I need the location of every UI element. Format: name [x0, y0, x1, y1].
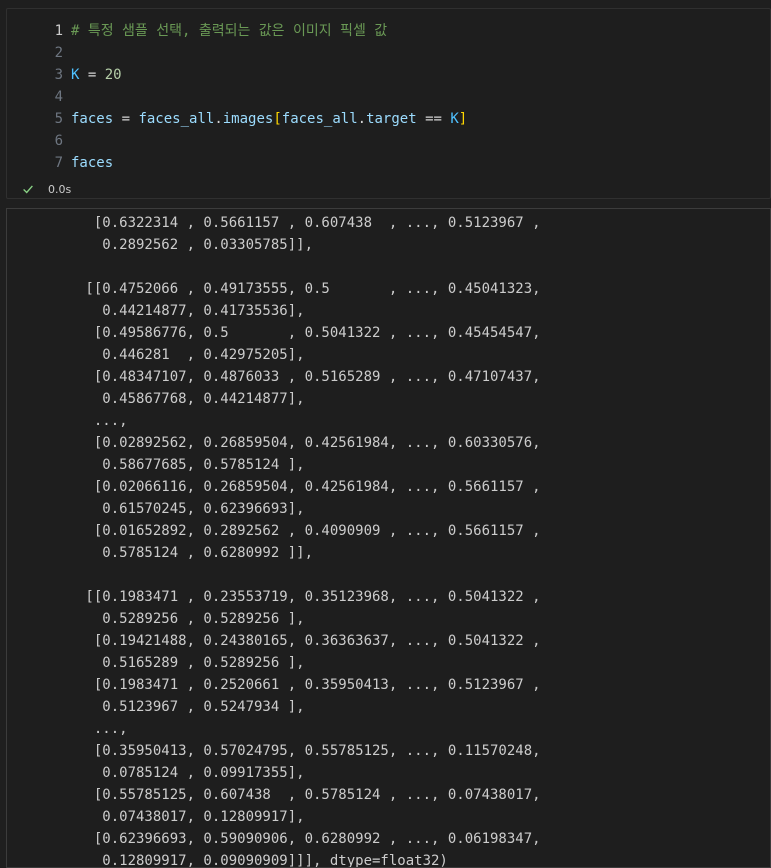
output-line: 0.5165289 , 0.5289256 ],	[77, 655, 305, 671]
output-line: [0.19421488, 0.24380165, 0.36363637, ...…	[77, 633, 541, 649]
line-number: 1	[54, 23, 63, 39]
code-cell[interactable]: 1 # 특정 샘플 선택, 출력되는 값은 이미지 픽셀 값23K = 20 4 5 f…	[6, 8, 771, 199]
code-token: faces	[71, 111, 114, 127]
code-token: =	[113, 111, 139, 127]
execution-time: 0.0s	[48, 182, 72, 196]
code-token: K	[450, 111, 459, 127]
code-token: .	[357, 111, 367, 127]
code-token: faces_all	[138, 111, 215, 127]
line-number: 5	[54, 111, 63, 127]
code-token: images	[222, 111, 274, 127]
output-line: 0.0785124 , 0.09917355],	[77, 765, 305, 781]
code-token: [	[273, 111, 282, 127]
output-line: [0.1983471 , 0.2520661 , 0.35950413, ...…	[77, 677, 541, 693]
output-line: 0.5123967 , 0.5247934 ],	[77, 699, 305, 715]
code-text: faces = faces_all.images[faces_all.targe…	[71, 108, 467, 130]
output-line: [0.6322314 , 0.5661157 , 0.607438 , ...,…	[77, 215, 541, 231]
code-line[interactable]: 5 faces = faces_all.images[faces_all.targ…	[7, 108, 468, 130]
output-line: [[0.1983471 , 0.23553719, 0.35123968, ..…	[77, 589, 541, 605]
code-token: ]	[458, 111, 468, 127]
output-line: 0.45867768, 0.44214877],	[77, 391, 305, 407]
output-line: [0.01652892, 0.2892562 , 0.4090909 , ...…	[77, 523, 541, 539]
output-line: 0.44214877, 0.41735536],	[77, 303, 305, 319]
execution-status: 0.0s	[21, 181, 71, 197]
code-text: faces	[71, 152, 113, 174]
cell-output: [0.6322314 , 0.5661157 , 0.607438 , ...,…	[6, 208, 771, 868]
output-line: [0.49586776, 0.5 , 0.5041322 , ..., 0.45…	[77, 325, 541, 341]
output-line: 0.61570245, 0.62396693],	[77, 501, 305, 517]
output-line: 0.07438017, 0.12809917],	[77, 809, 305, 825]
line-number: 4	[54, 89, 63, 105]
line-number: 2	[54, 45, 63, 61]
code-line[interactable]: 4	[7, 86, 71, 108]
line-number: 3	[54, 67, 63, 83]
code-text: # 특정 샘플 선택, 출력되는 값은 이미지 픽셀 값	[71, 20, 387, 42]
line-number: 6	[54, 133, 63, 149]
code-text: K = 20	[71, 64, 122, 86]
output-line: 0.5289256 , 0.5289256 ],	[77, 611, 305, 627]
output-line: 0.2892562 , 0.03305785]],	[77, 237, 314, 253]
output-line: ...,	[77, 721, 128, 737]
output-line: ...,	[77, 413, 128, 429]
output-line: 0.12809917, 0.09090909]]], dtype=float32…	[77, 853, 448, 868]
code-token: faces_all	[281, 111, 358, 127]
code-line[interactable]: 7 faces	[7, 152, 114, 174]
output-line: [0.55785125, 0.607438 , 0.5785124 , ...,…	[77, 787, 541, 803]
code-token: =	[79, 67, 105, 83]
output-line: [0.62396693, 0.59090906, 0.6280992 , ...…	[77, 831, 541, 847]
output-line: [0.35950413, 0.57024795, 0.55785125, ...…	[77, 743, 541, 759]
output-line: [0.02892562, 0.26859504, 0.42561984, ...…	[77, 435, 541, 451]
code-line[interactable]: 1 # 특정 샘플 선택, 출력되는 값은 이미지 픽셀 값	[7, 20, 388, 42]
output-line: 0.446281 , 0.42975205],	[77, 347, 305, 363]
check-icon	[23, 185, 33, 194]
output-line: [0.02066116, 0.26859504, 0.42561984, ...…	[77, 479, 541, 495]
code-token: target	[366, 111, 417, 127]
code-token: # 특정 샘플 선택, 출력되는 값은 이미지 픽셀 값	[71, 23, 388, 39]
code-token: faces	[71, 155, 114, 171]
code-line[interactable]: 2	[7, 42, 71, 64]
code-token: .	[214, 111, 223, 127]
code-token: 20	[104, 67, 122, 83]
code-line[interactable]: 3 K = 20	[7, 64, 122, 86]
code-token: ==	[416, 111, 451, 127]
output-line: 0.5785124 , 0.6280992 ]],	[77, 545, 314, 561]
code-line[interactable]: 6	[7, 130, 71, 152]
line-number: 7	[54, 155, 63, 171]
output-line: [[0.4752066 , 0.49173555, 0.5 , ..., 0.4…	[77, 281, 541, 297]
output-line: [0.48347107, 0.4876033 , 0.5165289 , ...…	[77, 369, 541, 385]
output-line: 0.58677685, 0.5785124 ],	[77, 457, 305, 473]
